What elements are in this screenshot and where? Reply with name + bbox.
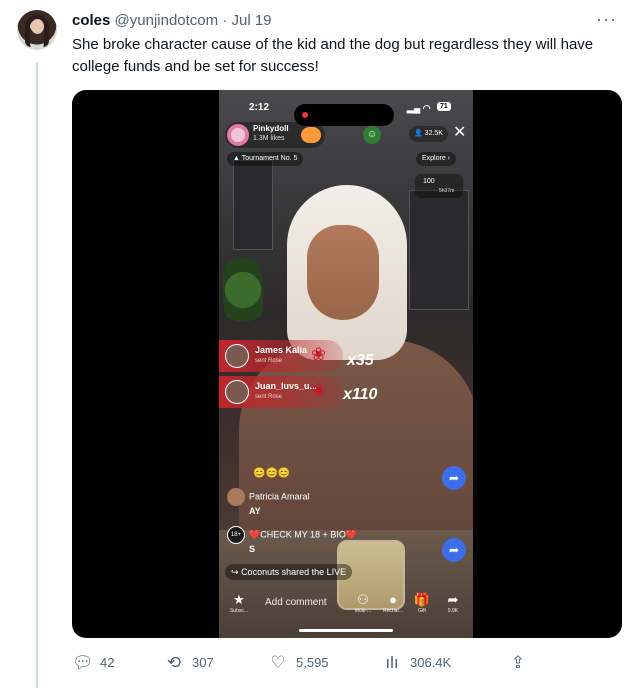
streamer-face	[307, 225, 379, 320]
share-arrow-icon: ↪	[231, 567, 239, 577]
user-handle[interactable]: @yunjindotcom	[115, 12, 219, 29]
repost-button[interactable]: ⟲ 307	[164, 650, 214, 676]
thread-line	[36, 62, 38, 688]
tweet-text: She broke character cause of the kid and…	[72, 36, 594, 75]
gift-button[interactable]: 🎁 Gift	[411, 592, 433, 614]
chat-comment: Patricia Amaral AY	[227, 488, 310, 516]
reply-count: 42	[100, 655, 115, 670]
gift-notification: Juan_luvs_u... sent Rose ❀	[219, 376, 343, 408]
add-comment-input[interactable]: Add comment	[265, 597, 327, 608]
tournament-label: Tournament No. 5	[241, 155, 298, 162]
host-avatar[interactable]	[227, 124, 249, 146]
video-player[interactable]: 2:12 ▂▄ ◠ 71 Pinkydoll 1.3M likes ☺ 👤 32…	[72, 90, 622, 638]
separator-dot: ·	[222, 12, 228, 29]
subscribe-label: Subsc...	[229, 608, 249, 614]
share-fab-icon[interactable]: ➦	[442, 538, 466, 562]
star-icon: ★	[233, 592, 245, 607]
rose-icon: ❀	[311, 380, 327, 400]
stream-bottom-bar: ★ Subsc... Add comment ⚇ Multi-... ● Rec…	[219, 592, 473, 622]
gift-notification: James Kalia sent Rose ❀	[219, 340, 343, 372]
commenter-name[interactable]: Patricia Amaral	[249, 491, 310, 501]
follow-button[interactable]	[301, 127, 321, 143]
recording-dot-icon	[302, 112, 308, 118]
display-name[interactable]: coles	[72, 12, 110, 29]
avatar-face	[31, 19, 44, 34]
shared-live-text: shared the LIVE	[281, 567, 347, 577]
sharer-name[interactable]: Coconuts	[241, 567, 279, 577]
like-count: 5,595	[296, 655, 329, 670]
gift-action: sent Rose	[255, 358, 283, 364]
gift-score-value: 100	[423, 178, 435, 185]
coin-icon: ●	[389, 592, 397, 607]
gift-score-panel[interactable]: 100 5h37m	[415, 174, 463, 198]
multi-guest-icon: ⚇	[357, 592, 369, 607]
recharge-label: Rechar...	[382, 608, 403, 614]
subscribe-button[interactable]: ★ Subsc...	[225, 592, 253, 614]
gifter-avatar	[225, 344, 249, 368]
commenter-avatar[interactable]	[227, 488, 245, 506]
status-time: 2:12	[249, 102, 270, 113]
signal-wifi-icon: ▂▄ ◠	[407, 103, 431, 113]
heart-icon: ♡	[270, 653, 286, 672]
viewer-count-value: 32.5K	[424, 130, 443, 137]
more-horizontal-icon[interactable]: ···	[596, 10, 617, 28]
repost-count: 307	[192, 655, 214, 670]
tweet-date[interactable]: Jul 19	[231, 12, 271, 29]
host-info[interactable]: Pinkydoll 1.3M likes	[225, 122, 325, 148]
gift-multiplier: x110	[343, 386, 378, 403]
gifter-name: Juan_luvs_u...	[255, 381, 318, 391]
viewer-count[interactable]: 👤 32.5K	[409, 126, 448, 142]
host-name: Pinkydoll	[253, 124, 289, 133]
rose-icon: ❀	[311, 344, 327, 364]
host-likes: 1.3M likes	[253, 135, 285, 142]
upload-share-icon: ⇪	[510, 653, 526, 672]
avatar[interactable]	[17, 10, 57, 50]
emoji-reactions: 😊😊😊	[253, 468, 291, 479]
gift-label: Gift	[418, 608, 426, 614]
reply-icon: 💬︎	[72, 653, 94, 672]
background-cabinet	[233, 160, 273, 250]
gift-multiplier: x35	[347, 352, 374, 369]
tweet-header: coles @yunjindotcom · Jul 19	[72, 11, 272, 31]
explore-chip[interactable]: Explore ›	[416, 152, 457, 166]
gifter-name: James Kalia	[255, 345, 308, 355]
gifter-avatar	[225, 380, 249, 404]
viewer-avatar[interactable]: ☺	[363, 126, 381, 144]
commenter-name[interactable]: ❤️CHECK MY 18 + BIO❤️	[249, 529, 357, 539]
gift-score-timer: 5h37m	[439, 188, 455, 194]
phone-status-bar: 2:12 ▂▄ ◠ 71	[219, 99, 473, 126]
like-button[interactable]: ♡ 5,595	[268, 650, 329, 676]
share-tweet-button[interactable]: ⇪	[508, 650, 536, 676]
background-cabinet	[409, 190, 469, 310]
multi-guest-button[interactable]: ⚇ Multi-...	[349, 592, 377, 614]
views-button[interactable]: ılı 306.4K	[382, 650, 451, 676]
background-plant	[223, 250, 263, 330]
live-stream-frame: 2:12 ▂▄ ◠ 71 Pinkydoll 1.3M likes ☺ 👤 32…	[219, 90, 473, 638]
view-count: 306.4K	[410, 655, 452, 670]
reply-button[interactable]: 💬︎ 42	[72, 650, 114, 676]
share-button[interactable]: ➦ 9.9K	[441, 592, 465, 614]
tweet-actions: 💬︎ 42 ⟲ 307 ♡ 5,595 ılı 306.4K ⇪	[72, 650, 622, 676]
share-fab-icon[interactable]: ➦	[442, 466, 466, 490]
comment-text: S	[249, 544, 256, 554]
battery-icon: 71	[437, 102, 451, 111]
recharge-button[interactable]: ● Rechar...	[379, 592, 407, 614]
age-badge: 18+	[227, 526, 245, 544]
tournament-chip[interactable]: ▲ Tournament No. 5	[227, 152, 304, 166]
repost-icon: ⟲	[166, 653, 182, 672]
close-icon[interactable]: ✕	[453, 122, 466, 142]
share-icon: ➦	[447, 592, 459, 607]
top-viewers[interactable]: ☺	[363, 126, 383, 144]
comment-text: AY	[249, 506, 261, 516]
gift-icon: 🎁	[413, 592, 431, 607]
explore-label: Explore	[422, 155, 446, 162]
share-count: 9.9K	[447, 608, 459, 614]
shared-live-notice: ↪ Coconuts shared the LIVE	[225, 564, 353, 580]
gift-action: sent Rose	[255, 394, 283, 400]
chat-comment: 18+ ❤️CHECK MY 18 + BIO❤️ S	[227, 526, 357, 554]
bar-chart-icon: ılı	[385, 653, 399, 672]
multi-guest-label: Multi-...	[354, 608, 372, 614]
home-indicator	[299, 629, 393, 632]
